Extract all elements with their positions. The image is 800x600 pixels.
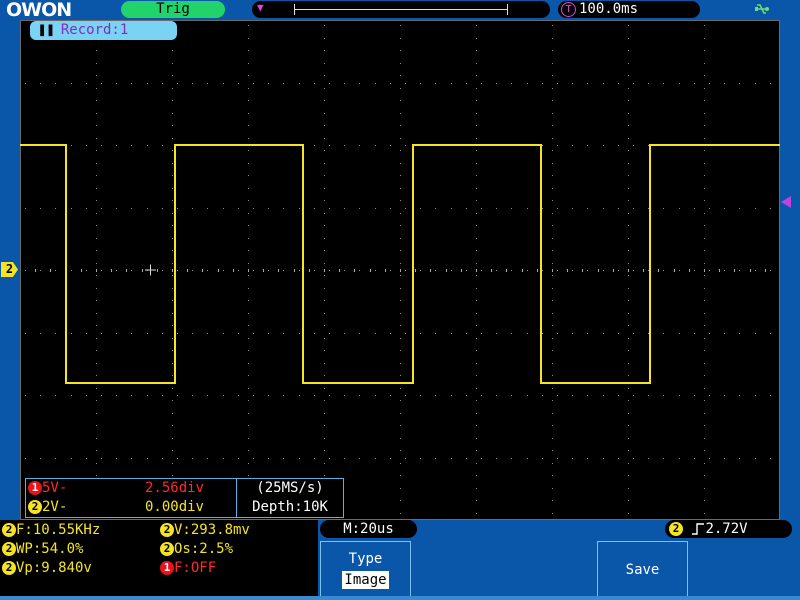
measurement-overshoot: 2 Os:2.5% (160, 540, 233, 558)
measurement-duty: 2 WP:54.0% (2, 540, 83, 558)
pause-icon: ❚❚ (38, 22, 55, 38)
ch2-level-marker[interactable]: 2 (1, 262, 18, 277)
horizontal-scale-readout: M:20us (320, 520, 417, 538)
time-icon: T (561, 1, 576, 17)
measurement-frequency: 2 F:10.55KHz (2, 521, 100, 539)
trigger-status-badge: Trig (121, 1, 225, 18)
trigger-channel-badge: 2 (669, 522, 683, 536)
graticule (25, 25, 771, 514)
sample-rate: (25MS/s) (256, 480, 324, 496)
measurement-vpeak: 2 Vp:9.840v (2, 559, 92, 577)
ch1-scale: 5V- (42, 480, 68, 496)
owon-logo: OWON (6, 0, 72, 21)
type-label: Type (348, 551, 383, 567)
cursor-row-ch2: 2 2V- 0.00div (26, 498, 236, 517)
ch2-offset: 0.00div (144, 499, 204, 515)
timebase-readout: T 100.0ms (558, 1, 700, 18)
cursor-row-ch1: 1 5V- 2.56div (26, 479, 236, 498)
trigger-level-marker[interactable] (781, 196, 791, 208)
waveform-svg (20, 20, 780, 520)
record-indicator: ❚❚ Record:1 (30, 21, 177, 40)
memory-depth: Depth:10K (252, 499, 328, 515)
trigger-edge-icon (691, 521, 705, 537)
ch1-badge: 1 (28, 481, 42, 495)
type-menu-button[interactable]: Type Image (320, 541, 411, 600)
measurement-vrms: 2 V:293.8mv (160, 521, 250, 539)
crosshair (145, 264, 156, 276)
usb-icon (754, 2, 770, 16)
footer-strip (0, 596, 800, 600)
trigger-position-icon: ▼ (257, 1, 264, 14)
trigger-level: 2.72V (705, 521, 748, 537)
timebase-value: 100.0ms (579, 1, 639, 17)
memory-timeline: ▼ (252, 1, 550, 18)
save-button[interactable]: Save (597, 541, 688, 600)
record-label: Record:1 (60, 22, 129, 38)
waveform-display[interactable] (20, 20, 780, 520)
ch2-badge: 2 (28, 500, 42, 514)
cursor-readout-panel: 1 5V- 2.56div 2 2V- 0.00div (25, 478, 237, 518)
acquisition-panel: (25MS/s) Depth:10K (236, 478, 344, 518)
measurement-panel: 2 F:10.55KHz 2 V:293.8mv 2 WP:54.0% 2 Os:2.5… (0, 520, 318, 600)
measurement-ch1-frequency: 1 F:OFF (160, 559, 216, 577)
type-value: Image (342, 571, 389, 589)
trigger-readout: 2 2.72V (665, 520, 792, 538)
ch2-scale: 2V- (42, 499, 68, 515)
ch1-offset: 2.56div (144, 480, 204, 496)
